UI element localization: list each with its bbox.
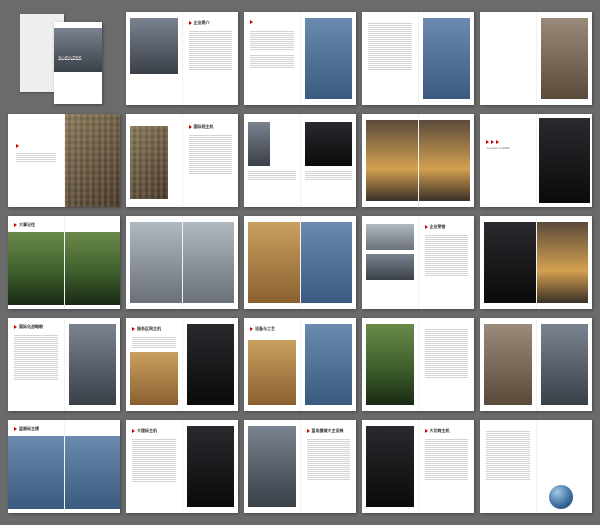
heading: 大理标主机 [137,428,157,434]
spread-r3-4: 企业荣誉 [362,216,474,309]
spread-r2-4 [362,114,474,207]
arrow-icon [491,140,494,144]
spread-r3-1: 大事记住 [8,216,120,309]
arrow-icon [250,20,253,24]
brochure-mockup-grid: BUSINESS 企业简介 国际视主机 [0,0,600,525]
spread-r4-5 [480,318,592,411]
heading: 大功商主机 [430,428,450,434]
spread-r5-5 [480,420,592,513]
spread-r5-3: 蓝岛捷城大主设株 [244,420,356,513]
heading: 国际化战略眼 [19,324,43,330]
heading: 企业荣誉 [430,224,446,230]
spread-r2-1 [8,114,120,207]
spread-r4-2: 服务区网主机 [126,318,238,411]
arrow-icon [486,140,489,144]
heading: 服务区网主机 [137,326,161,332]
arrow-icon [425,429,428,433]
spread-r2-3 [244,114,356,207]
arrow-icon [425,225,428,229]
spread-r4-1: 国际化战略眼 [8,318,120,411]
spread-r1-4 [362,12,474,105]
heading: 蓝岛捷城大主设株 [312,428,344,434]
arrow-icon [250,327,253,331]
cover-stack: BUSINESS [8,12,120,105]
cover-title: BUSINESS [58,56,81,61]
arrow-icon [14,223,17,227]
spread-r1-3 [244,12,356,105]
heading: 篮展标主模 [19,426,39,432]
arrow-icon [14,427,17,431]
spread-r1-2: 企业简介 [126,12,238,105]
heading: 大事记住 [19,222,35,228]
arrow-icon [307,429,310,433]
spread-r3-3 [244,216,356,309]
spread-r4-4 [362,318,474,411]
spread-r3-2 [126,216,238,309]
spread-r5-1: 篮展标主模 [8,420,120,513]
arrow-icon [189,125,192,129]
spread-r2-2: 国际视主机 [126,114,238,207]
globe-hands-icon [549,485,573,509]
arrow-icon [132,327,135,331]
heading: 企业简介 [194,20,210,26]
spread-r3-5 [480,216,592,309]
heading: 国际视主机 [194,124,214,130]
spread-r4-3: 设备与工艺 [244,318,356,411]
arrow-icon [16,144,19,148]
arrow-icon [189,21,192,25]
cover-front: BUSINESS [54,22,102,104]
heading: ORGANIZATION 组织架构 [486,148,510,151]
arrow-icon [132,429,135,433]
arrow-icon [496,140,499,144]
spread-r1-5 [480,12,592,105]
spread-r2-5: ORGANIZATION 组织架构 [480,114,592,207]
spread-r5-4: 大功商主机 [362,420,474,513]
arrow-icon [14,325,17,329]
heading: 设备与工艺 [255,326,275,332]
spread-r5-2: 大理标主机 [126,420,238,513]
